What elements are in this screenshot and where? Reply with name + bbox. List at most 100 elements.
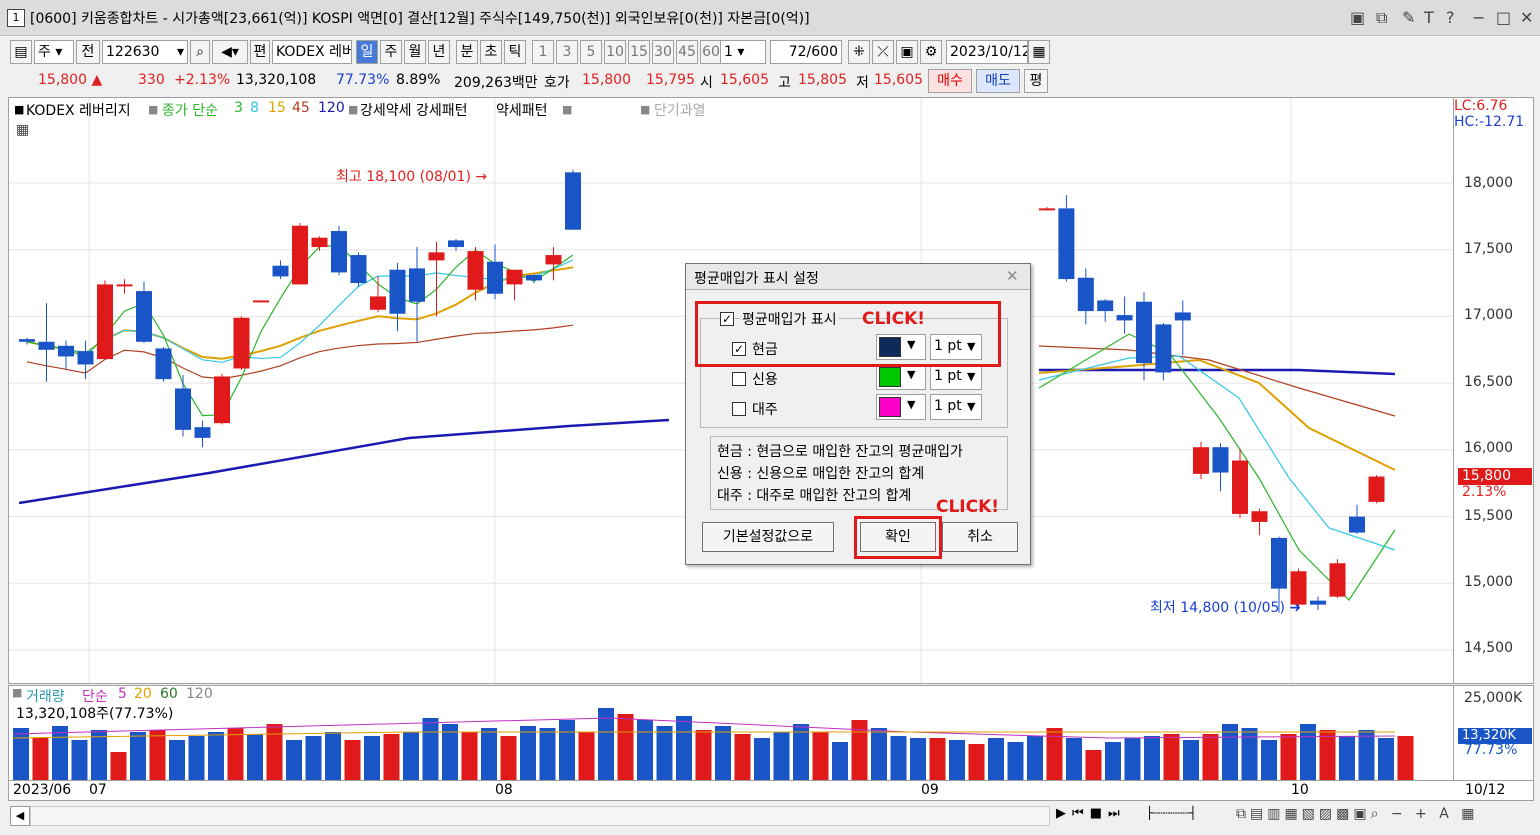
type-button[interactable]: 전 [76,40,100,64]
restore-layout-icon[interactable]: ▣ [1350,8,1365,27]
x-label: 10 [1291,782,1309,798]
period-6[interactable]: 틱 [504,40,526,64]
legend-stock-name[interactable]: KODEX 레버리지 [26,100,131,120]
credit-checkbox[interactable] [732,372,746,386]
date-field[interactable]: 2023/10/12 [946,40,1028,64]
low-label: 저 [856,75,869,91]
playback-controls[interactable]: ▶⏮■⏭ [1056,806,1126,821]
volume-chart[interactable] [9,686,1453,780]
layout-icon[interactable]: ▤ [10,40,32,64]
multi-select[interactable]: 1 ▾ [720,40,766,64]
y-tick: 15,500 [1464,508,1513,524]
edit-button[interactable]: 편 [250,40,270,64]
current-price-tag: 15,800 [1458,468,1532,485]
cascade-icon[interactable]: ⧉ [1376,8,1387,28]
indicator-icon[interactable]: ⤫ [872,40,894,64]
x-label: 07 [89,782,107,798]
candle-body [214,376,230,424]
y-tick: 14,500 [1464,640,1513,656]
candle-body [311,237,328,248]
x-end-label: 10/12 [1465,782,1506,798]
count-field[interactable]: 72/600 [770,40,842,64]
text-size-icon[interactable]: T [1424,8,1434,27]
minimize-icon[interactable]: − [1472,8,1485,27]
tick-1[interactable]: 1 [532,40,554,64]
short-checkbox[interactable] [732,402,746,416]
zoom-slider[interactable]: ├┄┄┄┄┄┤ [1146,806,1230,826]
candle-body [389,269,406,314]
data-table-icon[interactable]: ▦ [16,122,29,138]
grid-tool-icon[interactable]: ⁜ [848,40,870,64]
high-price: 15,805 [798,72,847,88]
candle-body [1368,476,1385,502]
settings-tool-icon[interactable]: ✎ [1402,8,1415,27]
scroll-track[interactable] [30,806,1050,826]
legend-ma-label[interactable]: 종가 단순 [162,100,218,120]
period-0[interactable]: 일 [356,40,378,64]
tick-30[interactable]: 30 [652,40,674,64]
candle-body [409,268,425,302]
candle-body [1193,447,1209,474]
market-select[interactable]: 주 ▾ [34,40,74,64]
candle-body [487,261,503,294]
chart-tools[interactable]: ⧉▤▥▦▧▨▩▣⌕ − + A ▦ [1236,806,1479,822]
legend-strength[interactable]: 강세약세 강세패턴 [360,100,468,120]
volume-bar [1144,736,1160,780]
short-width-select[interactable]: 1 pt ▼ [930,394,982,420]
window-number[interactable]: 1 [7,9,25,27]
default-settings-button[interactable]: 기본설정값으로 [702,522,834,552]
volume-chart-panel[interactable] [8,685,1454,781]
short-color-select[interactable]: ▼ [876,394,926,420]
volume-bar [403,732,419,780]
candle-body [1232,460,1248,514]
volume-bar [461,732,478,780]
close-icon[interactable]: ✕ [1520,8,1533,27]
speaker-icon[interactable]: ◀▾ [212,40,248,64]
credit-label[interactable]: 신용 [752,369,778,389]
calendar-icon[interactable]: ▦ [1028,40,1050,64]
candle-body [253,300,269,303]
gear-icon[interactable]: ⚙ [920,40,942,64]
window-title: [0600] 키움종합차트 - 시가총액[23,661(억)] KOSPI 액면… [30,11,810,27]
tick-10[interactable]: 10 [604,40,626,64]
avg-button[interactable]: 평 [1024,69,1048,93]
period-1[interactable]: 주 [380,40,402,64]
candle-body [136,291,152,342]
tick-5[interactable]: 5 [580,40,602,64]
code-input[interactable]: 122630 ▾ [102,40,188,64]
sell-button[interactable]: 매도 [976,69,1020,93]
tick-3[interactable]: 3 [556,40,578,64]
buy-button[interactable]: 매수 [928,69,972,93]
candle-body [292,225,308,285]
help-icon[interactable]: ? [1446,8,1455,27]
save-icon[interactable]: ▣ [896,40,918,64]
legend-ma120: 120 [318,100,345,116]
dialog-close-icon[interactable]: ✕ [1006,267,1019,285]
period-5[interactable]: 초 [480,40,502,64]
volume-axis-top: 25,000K [1464,690,1523,706]
credit-width-select[interactable]: 1 pt ▼ [930,364,982,390]
volume-bar [1397,736,1414,780]
avg-price-dialog[interactable]: 평균매입가 표시 설정 ✕ ✓ 평균매입가 표시 CLICK! ✓ 현금 ▼ 1… [685,263,1031,565]
search-icon[interactable]: ⌕ [190,40,210,64]
volume-ma60: 60 [160,686,178,702]
volume-bar [481,728,497,780]
legend-short-overheat[interactable]: 단기과열 [654,100,706,120]
candle-body [1077,277,1094,312]
tick-15[interactable]: 15 [628,40,650,64]
short-label[interactable]: 대주 [752,399,778,419]
legend-weak-pattern[interactable]: 약세패턴 [496,100,548,120]
open-price: 15,605 [720,72,769,88]
maximize-icon[interactable]: □ [1496,8,1511,27]
volume-bar [383,734,400,780]
volume-bar [286,740,302,780]
period-4[interactable]: 분 [456,40,478,64]
tick-45[interactable]: 45 [676,40,698,64]
tick-60[interactable]: 60 [700,40,722,64]
period-3[interactable]: 년 [428,40,450,64]
candle-body [428,252,445,261]
period-2[interactable]: 월 [404,40,426,64]
cancel-button[interactable]: 취소 [942,522,1018,552]
scroll-left-icon[interactable]: ◀ [10,806,30,826]
credit-color-select[interactable]: ▼ [876,364,926,390]
